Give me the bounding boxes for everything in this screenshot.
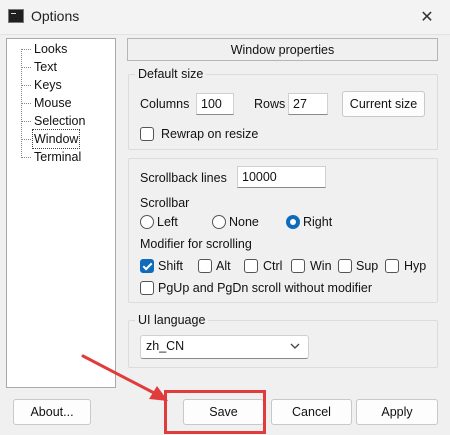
scrollbar-label: Scrollbar bbox=[140, 196, 190, 210]
modifier-alt-checkbox[interactable] bbox=[198, 259, 212, 273]
pgup-pgdn-checkbox[interactable] bbox=[140, 281, 154, 295]
category-tree: Looks Text Keys Mouse Selection Window T… bbox=[6, 38, 116, 388]
cancel-button[interactable]: Cancel bbox=[271, 399, 352, 425]
scrollback-field[interactable]: 10000 bbox=[237, 166, 326, 188]
rewrap-label: Rewrap on resize bbox=[161, 127, 259, 141]
options-window: Options ✕ Looks Text Keys Mouse Selectio… bbox=[0, 0, 450, 435]
modifier-ctrl-label: Ctrl bbox=[263, 259, 283, 273]
modifier-win-label: Win bbox=[310, 259, 332, 273]
modifier-hyp-checkbox[interactable] bbox=[385, 259, 399, 273]
annotation-arrow-icon bbox=[81, 354, 168, 401]
scrollbar-none-label: None bbox=[229, 215, 259, 229]
close-icon[interactable]: ✕ bbox=[404, 0, 450, 34]
scrollbar-right-radio[interactable] bbox=[286, 215, 300, 229]
apply-button[interactable]: Apply bbox=[356, 399, 438, 425]
rows-field[interactable]: 27 bbox=[288, 93, 328, 115]
rows-label: Rows bbox=[254, 97, 286, 111]
modifier-sup-label: Sup bbox=[356, 259, 379, 273]
modifier-alt-label: Alt bbox=[216, 259, 231, 273]
chevron-down-icon bbox=[290, 343, 300, 349]
scrollbar-left-label: Left bbox=[157, 215, 178, 229]
scrollbar-right-label: Right bbox=[303, 215, 333, 229]
rewrap-checkbox[interactable] bbox=[140, 127, 154, 141]
ui-language-group-title: UI language bbox=[135, 313, 209, 327]
window-title: Options bbox=[31, 8, 80, 24]
columns-field[interactable]: 100 bbox=[196, 93, 234, 115]
panel-title: Window properties bbox=[127, 38, 438, 61]
modifier-ctrl-checkbox[interactable] bbox=[244, 259, 258, 273]
scrollback-label: Scrollback lines bbox=[140, 171, 227, 185]
modifier-shift-checkbox[interactable] bbox=[140, 259, 154, 273]
modifier-win-checkbox[interactable] bbox=[291, 259, 305, 273]
title-bar: Options ✕ bbox=[0, 0, 450, 35]
modifier-sup-checkbox[interactable] bbox=[338, 259, 352, 273]
modifier-shift-label: Shift bbox=[158, 259, 184, 273]
scrollbar-none-radio[interactable] bbox=[212, 215, 226, 229]
columns-label: Columns bbox=[140, 97, 190, 111]
pgup-pgdn-label: PgUp and PgDn scroll without modifier bbox=[158, 281, 372, 295]
modifier-hyp-label: Hyp bbox=[404, 259, 427, 273]
terminal-app-icon bbox=[8, 9, 24, 23]
save-highlight-box bbox=[164, 390, 266, 434]
modifier-label: Modifier for scrolling bbox=[140, 237, 252, 251]
scrollbar-left-radio[interactable] bbox=[140, 215, 154, 229]
current-size-button[interactable]: Current size bbox=[342, 91, 425, 117]
default-size-group-title: Default size bbox=[135, 67, 207, 81]
